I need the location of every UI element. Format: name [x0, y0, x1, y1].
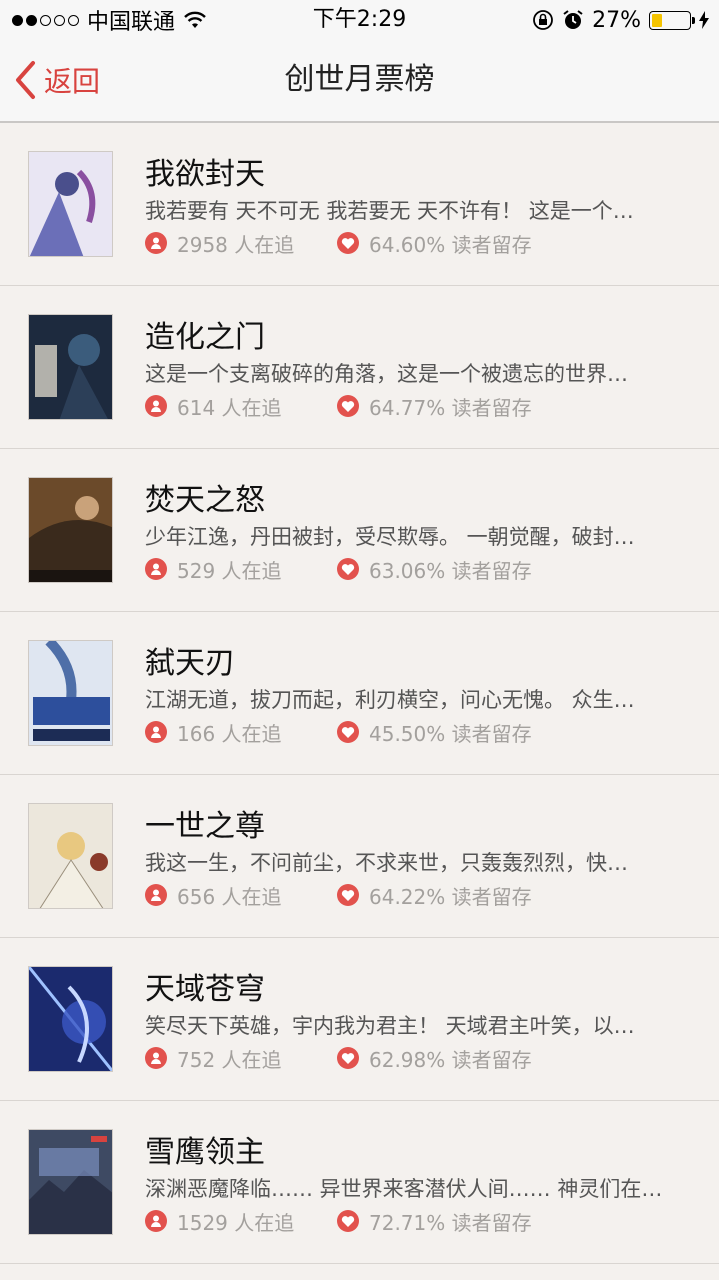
book-title: 造化之门	[145, 320, 265, 355]
signal-strength-icon	[12, 14, 79, 26]
heart-icon	[337, 1047, 359, 1069]
alarm-clock-icon	[563, 10, 583, 29]
book-list: 我欲封天 我若要有 天不可无 我若要无 天不许有！ 这是一个… 2958 人在追…	[0, 123, 719, 1264]
person-icon	[145, 395, 167, 417]
retention-rate: 63.06% 读者留存	[369, 558, 532, 583]
book-meta: 1529 人在追 72.71% 读者留存	[145, 1207, 685, 1235]
wifi-icon	[184, 11, 206, 28]
book-cover	[28, 640, 113, 746]
charging-bolt-icon	[699, 11, 709, 29]
back-label: 返回	[44, 65, 101, 98]
book-meta: 166 人在追 45.50% 读者留存	[145, 718, 685, 746]
book-cover	[28, 803, 113, 909]
book-cover	[28, 477, 113, 583]
followers-count: 2958 人在追	[177, 232, 295, 257]
book-cover	[28, 314, 113, 420]
followers-info: 166 人在追	[145, 718, 282, 746]
carrier-name: 中国联通	[87, 10, 176, 35]
book-title: 我欲封天	[145, 157, 265, 192]
followers-count: 529 人在追	[177, 558, 282, 583]
status-right: 27%	[532, 6, 709, 34]
book-meta: 529 人在追 63.06% 读者留存	[145, 555, 685, 583]
retention-rate: 45.50% 读者留存	[369, 721, 532, 746]
book-list-item[interactable]: 造化之门 这是一个支离破碎的角落，这是一个被遗忘的世界… 614 人在追 64.…	[0, 286, 719, 449]
retention-rate: 64.77% 读者留存	[369, 395, 532, 420]
heart-icon	[337, 232, 359, 254]
book-title: 弑天刃	[145, 646, 235, 681]
book-cover	[28, 1129, 113, 1235]
book-meta: 614 人在追 64.77% 读者留存	[145, 392, 685, 420]
followers-info: 656 人在追	[145, 881, 282, 909]
status-left: 中国联通	[12, 6, 207, 35]
book-description: 这是一个支离破碎的角落，这是一个被遗忘的世界…	[145, 362, 628, 386]
followers-info: 529 人在追	[145, 555, 282, 583]
book-meta: 656 人在追 64.22% 读者留存	[145, 881, 685, 909]
book-description: 少年江逸，丹田被封，受尽欺辱。 一朝觉醒，破封…	[145, 525, 635, 549]
retention-rate: 72.71% 读者留存	[369, 1210, 532, 1235]
person-icon	[145, 884, 167, 906]
page-title: 创世月票榜	[284, 62, 435, 97]
retention-rate: 64.60% 读者留存	[369, 232, 532, 257]
followers-count: 752 人在追	[177, 1047, 282, 1072]
navigation-bar: 返回 创世月票榜	[0, 40, 719, 123]
book-list-item[interactable]: 一世之尊 我这一生，不问前尘，不求来世，只轰轰烈烈，快… 656 人在追 64.…	[0, 775, 719, 938]
retention-info: 63.06% 读者留存	[337, 555, 532, 583]
heart-icon	[337, 721, 359, 743]
book-description: 深渊恶魔降临…… 异世界来客潜伏人间…… 神灵们在…	[145, 1177, 663, 1201]
heart-icon	[337, 1210, 359, 1232]
retention-info: 45.50% 读者留存	[337, 718, 532, 746]
book-cover	[28, 151, 113, 257]
book-title: 天域苍穹	[145, 972, 265, 1007]
followers-count: 1529 人在追	[177, 1210, 295, 1235]
person-icon	[145, 1210, 167, 1232]
book-description: 我若要有 天不可无 我若要无 天不许有！ 这是一个…	[145, 199, 634, 223]
person-icon	[145, 232, 167, 254]
retention-rate: 62.98% 读者留存	[369, 1047, 532, 1072]
followers-info: 1529 人在追	[145, 1207, 294, 1235]
book-title: 雪鹰领主	[145, 1135, 265, 1170]
book-list-item[interactable]: 雪鹰领主 深渊恶魔降临…… 异世界来客潜伏人间…… 神灵们在… 1529 人在追…	[0, 1101, 719, 1264]
battery-icon	[649, 10, 695, 30]
heart-icon	[337, 558, 359, 580]
orientation-lock-icon	[533, 10, 553, 30]
status-bar: 中国联通 下午2:29 27%	[0, 0, 719, 40]
book-list-item[interactable]: 弑天刃 江湖无道，拔刀而起，利刃横空，问心无愧。 众生… 166 人在追 45.…	[0, 612, 719, 775]
book-list-item[interactable]: 我欲封天 我若要有 天不可无 我若要无 天不许有！ 这是一个… 2958 人在追…	[0, 123, 719, 286]
retention-info: 72.71% 读者留存	[337, 1207, 532, 1235]
book-list-item[interactable]: 天域苍穹 笑尽天下英雄，宇内我为君主！ 天域君主叶笑，以… 752 人在追 62…	[0, 938, 719, 1101]
followers-count: 166 人在追	[177, 721, 282, 746]
book-meta: 2958 人在追 64.60% 读者留存	[145, 229, 685, 257]
retention-info: 64.77% 读者留存	[337, 392, 532, 420]
book-cover	[28, 966, 113, 1072]
retention-rate: 64.22% 读者留存	[369, 884, 532, 909]
heart-icon	[337, 884, 359, 906]
battery-fill	[652, 13, 662, 27]
book-meta: 752 人在追 62.98% 读者留存	[145, 1044, 685, 1072]
book-description: 笑尽天下英雄，宇内我为君主！ 天域君主叶笑，以…	[145, 1014, 635, 1038]
book-description: 江湖无道，拔刀而起，利刃横空，问心无愧。 众生…	[145, 688, 635, 712]
followers-count: 656 人在追	[177, 884, 282, 909]
back-button[interactable]: 返回	[14, 58, 100, 102]
book-description: 我这一生，不问前尘，不求来世，只轰轰烈烈，快…	[145, 851, 628, 875]
book-list-item[interactable]: 焚天之怒 少年江逸，丹田被封，受尽欺辱。 一朝觉醒，破封… 529 人在追 63…	[0, 449, 719, 612]
chevron-left-icon	[16, 61, 35, 99]
followers-count: 614 人在追	[177, 395, 282, 420]
retention-info: 64.60% 读者留存	[337, 229, 532, 257]
followers-info: 614 人在追	[145, 392, 282, 420]
person-icon	[145, 721, 167, 743]
battery-percent: 27%	[592, 7, 641, 33]
followers-info: 752 人在追	[145, 1044, 282, 1072]
book-title: 焚天之怒	[145, 483, 265, 518]
person-icon	[145, 1047, 167, 1069]
retention-info: 64.22% 读者留存	[337, 881, 532, 909]
book-title: 一世之尊	[145, 809, 265, 844]
status-time: 下午2:29	[312, 7, 407, 32]
retention-info: 62.98% 读者留存	[337, 1044, 532, 1072]
heart-icon	[337, 395, 359, 417]
followers-info: 2958 人在追	[145, 229, 294, 257]
person-icon	[145, 558, 167, 580]
